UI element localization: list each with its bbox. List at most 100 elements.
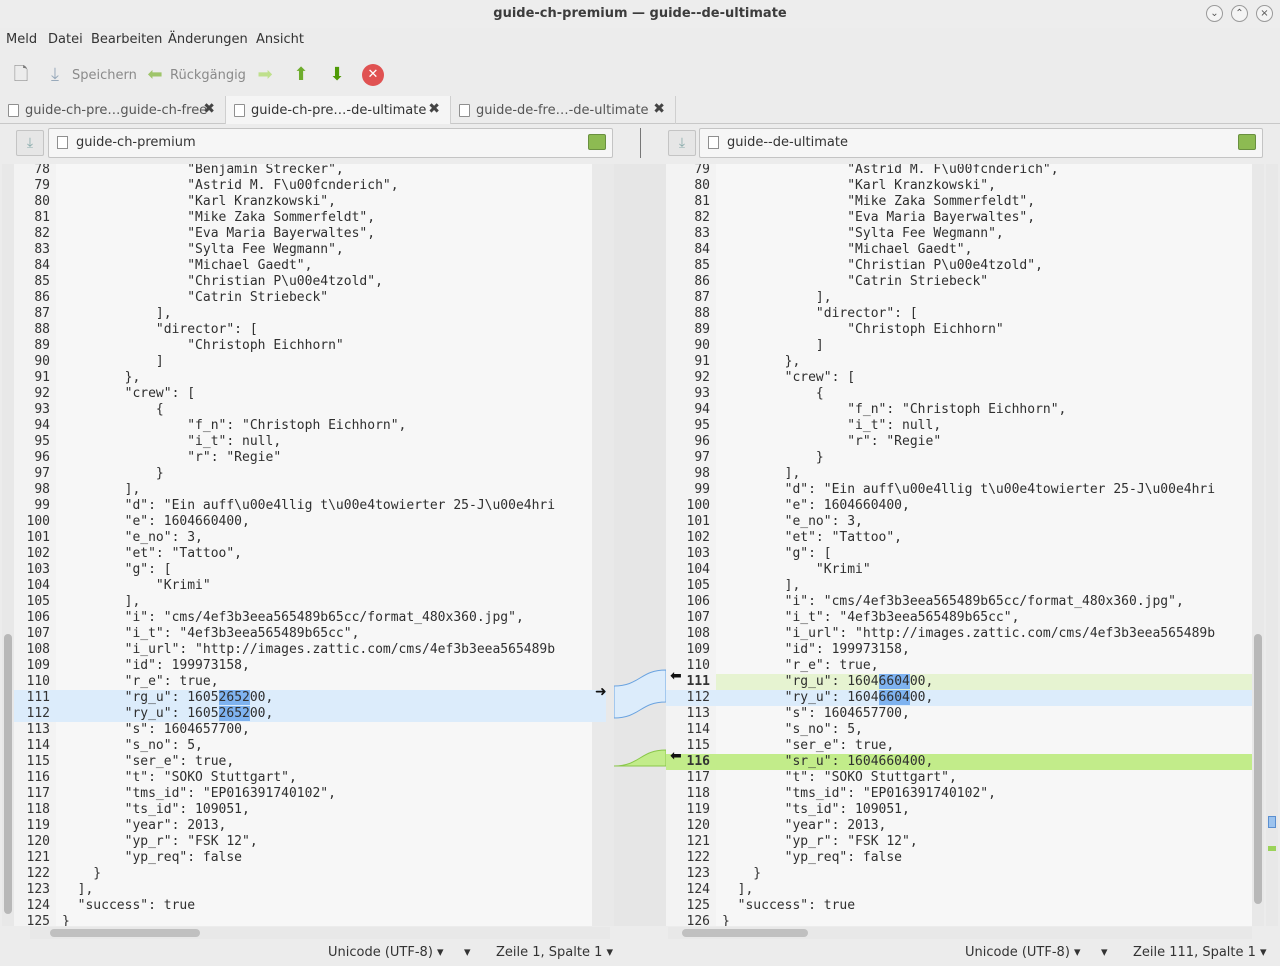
code-line: "year": 2013, bbox=[62, 818, 227, 833]
code-line: "id": 199973158, bbox=[62, 658, 250, 673]
diff-link-map bbox=[613, 164, 667, 926]
line-number: 84 bbox=[694, 242, 710, 257]
folder-icon[interactable] bbox=[588, 134, 606, 150]
close-tab-icon[interactable]: ✖ bbox=[203, 101, 215, 117]
line-number: 109 bbox=[26, 658, 50, 673]
tab-de-free-de-ultimate[interactable]: guide-de-fre…-de-ultimate ✖ bbox=[451, 96, 676, 124]
code-line: "id": 199973158, bbox=[722, 642, 910, 657]
line-number: 123 bbox=[26, 882, 50, 897]
line-number: 123 bbox=[686, 866, 710, 881]
right-encoding-selector[interactable]: Unicode (UTF-8) ▾ bbox=[965, 945, 1081, 960]
close-icon[interactable]: × bbox=[1256, 5, 1273, 22]
line-number: 118 bbox=[686, 786, 710, 801]
left-overview-scrollbar[interactable] bbox=[2, 164, 14, 926]
line-number: 86 bbox=[694, 274, 710, 289]
line-number: 116 bbox=[26, 770, 50, 785]
maximize-icon[interactable]: ⌃ bbox=[1231, 5, 1248, 22]
line-number: 96 bbox=[694, 434, 710, 449]
left-save-file-button[interactable]: ⤓ bbox=[16, 130, 44, 156]
close-tab-icon[interactable]: ✖ bbox=[428, 101, 440, 117]
redo-button[interactable]: ➡ bbox=[254, 62, 276, 88]
line-number: 80 bbox=[694, 178, 710, 193]
stop-button[interactable]: ✕ bbox=[362, 62, 384, 88]
arrow-up-icon: ⬆ bbox=[293, 64, 309, 85]
minimize-icon[interactable]: ⌄ bbox=[1206, 5, 1223, 22]
push-right-arrow-icon[interactable]: ➜ bbox=[595, 684, 607, 700]
code-line: "Eva Maria Bayerwaltes", bbox=[722, 210, 1036, 225]
code-line: ], bbox=[62, 594, 141, 609]
document-icon bbox=[708, 136, 719, 149]
code-line: "r": "Regie" bbox=[722, 434, 942, 449]
line-number: 106 bbox=[26, 610, 50, 625]
right-file-chooser[interactable]: guide--de-ultimate bbox=[699, 128, 1263, 158]
line-number: 122 bbox=[26, 866, 50, 881]
line-number: 107 bbox=[26, 626, 50, 641]
menu-aenderungen[interactable]: Änderungen bbox=[168, 32, 248, 47]
line-number: 120 bbox=[686, 818, 710, 833]
code-line: "Catrin Striebeck" bbox=[722, 274, 989, 289]
code-line: "t": "SOKO Stuttgart", bbox=[62, 770, 297, 785]
right-overview-map[interactable] bbox=[1266, 164, 1278, 926]
tab-ch-premium-ch-free[interactable]: guide-ch-pre…guide-ch-free ✖ bbox=[0, 96, 226, 124]
code-line: "yp_req": false bbox=[722, 850, 903, 865]
right-save-file-button[interactable]: ⤓ bbox=[668, 130, 696, 156]
line-number: 82 bbox=[34, 226, 50, 241]
line-number: 120 bbox=[26, 834, 50, 849]
line-number: 83 bbox=[34, 242, 50, 257]
code-line: "e": 1604660400, bbox=[62, 514, 250, 529]
line-number: 118 bbox=[26, 802, 50, 817]
push-left-arrow-icon[interactable]: ⬅ bbox=[670, 668, 682, 684]
menu-ansicht[interactable]: Ansicht bbox=[256, 32, 304, 47]
save-button[interactable]: ⤓ Speichern bbox=[44, 62, 137, 88]
right-editor-pane[interactable]: "Astrid M. F\u00fcnderich", 79 "Karl Kran… bbox=[666, 164, 1252, 926]
undo-button[interactable]: ⬅ Rückgängig bbox=[144, 62, 245, 88]
code-line: "t": "SOKO Stuttgart", bbox=[722, 770, 957, 785]
previous-change-button[interactable]: ⬆ bbox=[290, 62, 312, 88]
push-left-arrow-icon[interactable]: ⬅ bbox=[670, 748, 682, 764]
code-line: { bbox=[62, 402, 164, 417]
line-number: 125 bbox=[686, 898, 710, 913]
code-line: "director": [ bbox=[62, 322, 258, 337]
line-number: 109 bbox=[686, 642, 710, 657]
code-line: "d": "Ein auff\u00e4llig t\u00e4towierte… bbox=[62, 498, 556, 513]
left-cursor-position[interactable]: Zeile 1, Spalte 1 ▾ bbox=[496, 945, 613, 960]
code-line: "Mike Zaka Sommerfeldt", bbox=[722, 194, 1036, 209]
next-change-button[interactable]: ⬇ bbox=[326, 62, 348, 88]
line-number: 112 bbox=[666, 690, 716, 706]
code-line: ], bbox=[722, 578, 801, 593]
menu-datei[interactable]: Datei bbox=[48, 32, 83, 47]
code-line: "i": "cms/4ef3b3eea565489b65cc/format_48… bbox=[62, 610, 524, 625]
right-scrollbar[interactable] bbox=[1252, 164, 1264, 926]
arrow-down-icon: ⬇ bbox=[329, 64, 345, 85]
menu-bearbeiten[interactable]: Bearbeiten bbox=[91, 32, 162, 47]
code-line: "rg_u": 1604660400, bbox=[716, 674, 1252, 690]
right-horizontal-scrollbar[interactable] bbox=[668, 927, 1252, 939]
code-line: } bbox=[722, 914, 730, 926]
left-horizontal-scrollbar[interactable] bbox=[30, 927, 610, 939]
left-editor-pane[interactable]: "Benjamin Strecker", 78 "Astrid M. F\u00f… bbox=[14, 164, 614, 926]
line-number: 87 bbox=[34, 306, 50, 321]
right-line-ending-selector[interactable]: ▾ bbox=[1101, 945, 1108, 960]
changed-text-highlight: 2652 bbox=[218, 706, 250, 721]
folder-icon[interactable] bbox=[1238, 134, 1256, 150]
left-line-ending-selector[interactable]: ▾ bbox=[464, 945, 471, 960]
code-line: "Karl Kranzkowski", bbox=[722, 178, 996, 193]
code-line: "Christoph Eichhorn" bbox=[722, 322, 1004, 337]
code-line: } bbox=[62, 914, 70, 926]
line-number: 98 bbox=[34, 482, 50, 497]
line-number: 113 bbox=[26, 722, 50, 737]
line-number: 81 bbox=[34, 210, 50, 225]
tab-ch-premium-de-ultimate[interactable]: guide-ch-pre…-de-ultimate ✖ bbox=[226, 96, 451, 124]
code-line: } bbox=[62, 466, 164, 481]
code-line: "r_e": true, bbox=[62, 674, 219, 689]
code-line: ] bbox=[722, 338, 824, 353]
left-file-chooser[interactable]: guide-ch-premium bbox=[48, 128, 613, 158]
new-comparison-button[interactable]: 🗋 bbox=[10, 62, 32, 88]
line-number: 98 bbox=[694, 466, 710, 481]
left-encoding-selector[interactable]: Unicode (UTF-8) ▾ bbox=[328, 945, 444, 960]
line-number: 80 bbox=[34, 194, 50, 209]
code-line: "director": [ bbox=[722, 306, 918, 321]
close-tab-icon[interactable]: ✖ bbox=[653, 101, 665, 117]
right-cursor-position[interactable]: Zeile 111, Spalte 1 ▾ bbox=[1133, 945, 1267, 960]
menu-meld[interactable]: Meld bbox=[6, 32, 37, 47]
